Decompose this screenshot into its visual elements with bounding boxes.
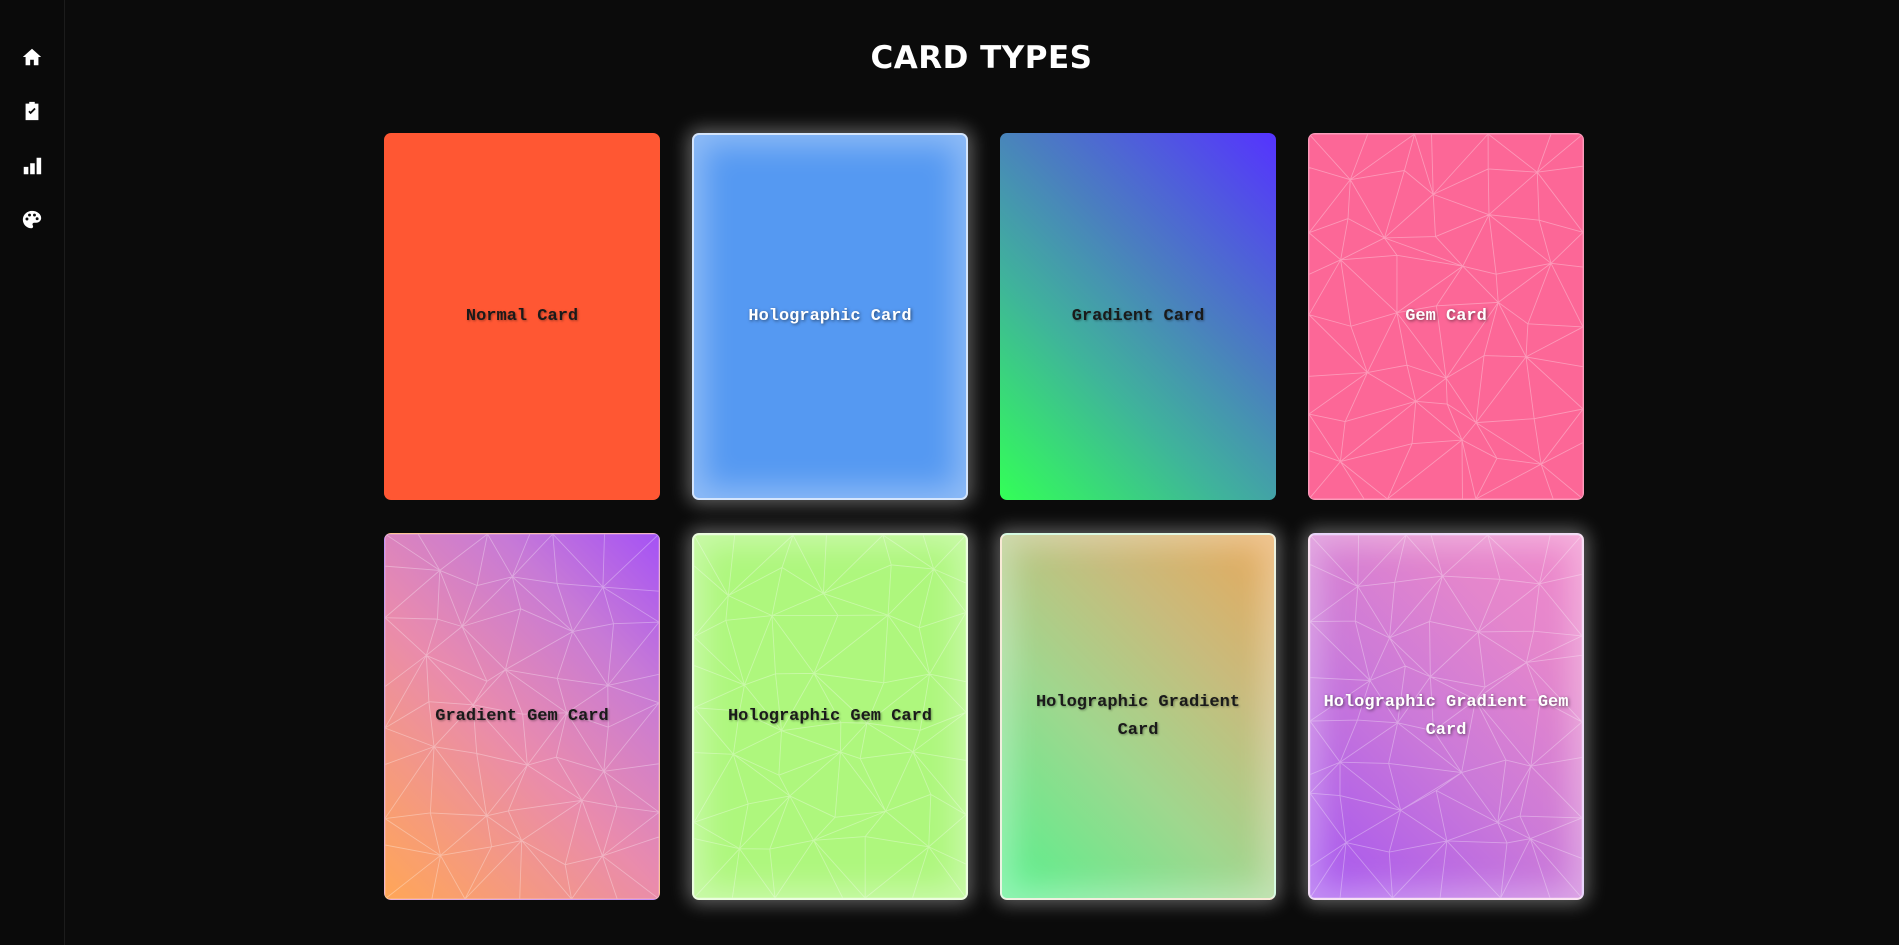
card-label: Normal Card [465,306,579,326]
palette-icon [22,210,42,229]
card-gem[interactable]: Gem Card [1308,133,1584,500]
card-holographic-gradient-gem[interactable]: Holographic Gradient Gem Card [1308,533,1584,900]
card-label: Holographic Card [748,306,912,326]
nav-home-button[interactable] [18,43,46,71]
card-label: Holographic Gradient Card [1035,692,1241,740]
page-title: CARD TYPES [870,40,1093,76]
sidebar [0,0,65,945]
nav-stats-button[interactable] [18,152,46,180]
card-label: Gradient Gem Card [435,706,609,726]
clipboard-check-icon [25,101,39,121]
home-icon [22,48,42,66]
card-label: Holographic Gem Card [727,706,933,726]
bar-chart-icon [23,157,42,175]
card-label: Holographic Gradient Gem Card [1323,692,1569,740]
card-holographic-gradient[interactable]: Holographic Gradient Card [1000,533,1276,900]
nav-tasks-button[interactable] [18,97,46,125]
card-holographic[interactable]: Holographic Card [692,133,968,500]
card-normal[interactable]: Normal Card [384,133,660,500]
card-label: Gem Card [1405,306,1487,326]
card-holographic-gem[interactable]: Holographic Gem Card [692,533,968,900]
card-label: Gradient Card [1071,306,1205,326]
card-gradient[interactable]: Gradient Card [1000,133,1276,500]
card-gradient-gem[interactable]: Gradient Gem Card [384,533,660,900]
nav-themes-button[interactable] [18,206,46,234]
